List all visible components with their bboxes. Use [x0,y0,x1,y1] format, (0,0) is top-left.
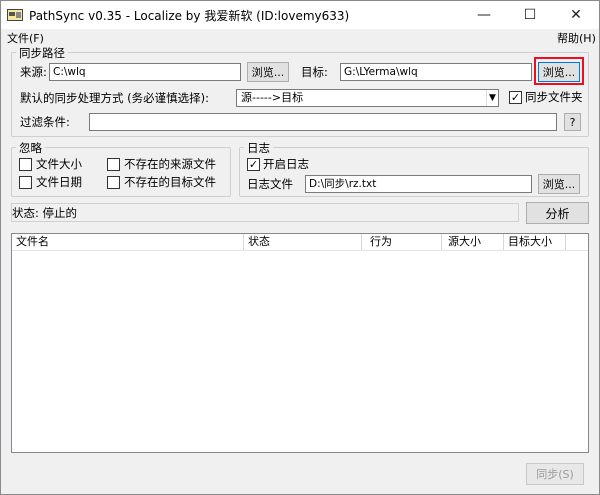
ignore-size-checkbox[interactable] [19,158,32,171]
menu-help[interactable]: 帮助(H) [557,30,596,46]
ignore-missing-source-checkbox[interactable] [107,158,120,171]
column-header-action[interactable]: 行为 [362,234,442,250]
column-header-source-size[interactable]: 源大小 [442,234,504,250]
enable-log-checkbox[interactable]: ✓ [247,158,260,171]
ignore-group-label: 忽略 [16,140,45,156]
file-list[interactable]: 文件名 状态 行为 源大小 目标大小 [11,233,589,453]
sync-mode-value: 源----->目标 [241,91,304,104]
log-group-label: 日志 [244,140,273,156]
column-header-filename[interactable]: 文件名 [12,234,244,250]
column-header-status[interactable]: 状态 [244,234,362,250]
browse-source-button[interactable]: 浏览... [247,62,289,82]
chevron-down-icon[interactable]: ▼ [486,90,498,106]
ignore-missing-target-label: 不存在的目标文件 [124,175,216,189]
browse-log-button[interactable]: 浏览... [538,174,580,194]
maximize-button[interactable]: ☐ [507,1,553,29]
ignore-size-label: 文件大小 [36,157,82,171]
filter-label: 过滤条件: [20,115,70,129]
log-file-input[interactable]: D:\同步\rz.txt [305,175,532,193]
title-bar: PathSync v0.35 - Localize by 我爱新软 (ID:lo… [1,1,599,29]
ignore-date-checkbox[interactable] [19,176,32,189]
sync-mode-label: 默认的同步处理方式 (务必谨慎选择): [20,91,210,105]
browse-target-button[interactable]: 浏览... [538,62,580,82]
window-title: PathSync v0.35 - Localize by 我爱新软 (ID:lo… [29,9,350,23]
log-file-label: 日志文件 [247,177,293,191]
ignore-missing-target-checkbox[interactable] [107,176,120,189]
app-icon [7,9,23,21]
sync-mode-select[interactable]: 源----->目标 ▼ [236,89,499,107]
ignore-date-label: 文件日期 [36,175,82,189]
sync-folder-label: 同步文件夹 [525,90,583,104]
target-label: 目标: [301,65,328,79]
sync-folder-checkbox[interactable]: ✓ [509,91,522,104]
analyze-button[interactable]: 分析 [526,202,589,224]
sync-paths-group-label: 同步路径 [16,45,68,61]
close-button[interactable]: ✕ [553,1,599,29]
source-path-input[interactable]: C:\wlq [49,63,241,81]
app-window: PathSync v0.35 - Localize by 我爱新软 (ID:lo… [0,0,600,495]
status-bar: 状态: 停止的 [11,203,519,222]
enable-log-label: 开启日志 [263,157,309,171]
target-path-input[interactable]: G:\LYerma\wlq [340,63,532,81]
status-text: 状态: 停止的 [12,206,78,220]
column-header-target-size[interactable]: 目标大小 [504,234,566,250]
filter-help-button[interactable]: ? [564,113,581,131]
filter-input[interactable] [89,113,557,131]
sync-button[interactable]: 同步(S) [526,463,584,485]
source-label: 来源: [20,65,47,79]
header-divider [12,250,588,251]
ignore-missing-source-label: 不存在的来源文件 [124,157,216,171]
menu-file[interactable]: 文件(F) [7,30,44,46]
minimize-button[interactable]: — [461,1,507,29]
